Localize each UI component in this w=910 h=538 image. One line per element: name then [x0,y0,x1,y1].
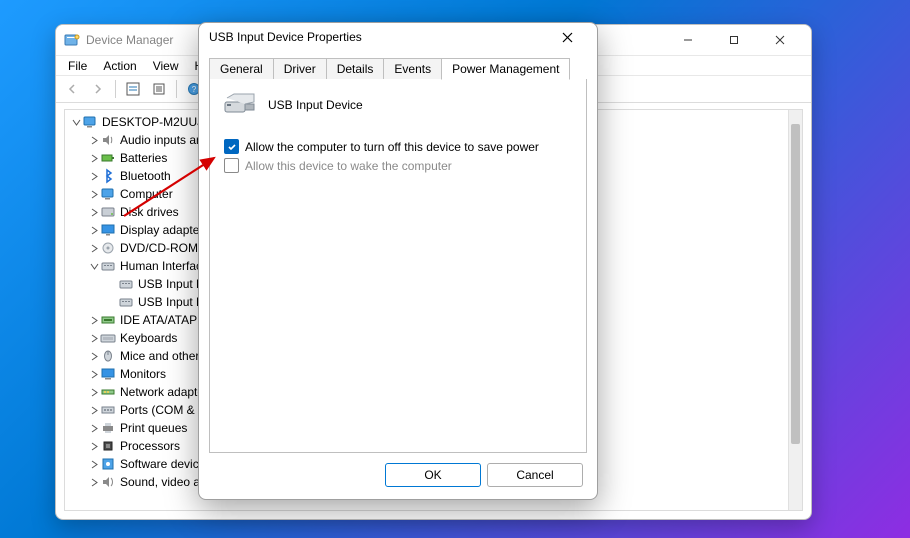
svg-text:?: ? [192,85,197,94]
menu-action[interactable]: Action [95,58,144,74]
tabstrip: General Driver Details Events Power Mana… [209,57,587,80]
tree-scrollbar[interactable] [788,110,802,510]
close-button[interactable] [757,25,803,55]
disk-icon [100,204,116,220]
tab-general[interactable]: General [209,58,274,79]
display-icon [100,222,116,238]
chevron-right-icon[interactable] [88,370,100,379]
hid-icon [118,294,134,310]
tab-driver[interactable]: Driver [273,58,327,79]
port-icon [100,402,116,418]
mouse-icon [100,348,116,364]
chevron-down-icon[interactable] [70,118,82,127]
chevron-right-icon[interactable] [88,154,100,163]
chevron-right-icon[interactable] [88,478,100,487]
keyboard-icon [100,330,116,346]
software-icon [100,456,116,472]
tree-node-label: Batteries [120,151,167,165]
tree-node-label: Monitors [120,367,166,381]
monitor-icon [100,366,116,382]
tab-body: USB Input Device Allow the computer to t… [209,79,587,453]
chevron-right-icon[interactable] [88,316,100,325]
tree-node-label: Print queues [120,421,187,435]
bluetooth-icon [100,168,116,184]
tb-back-icon [60,77,84,101]
chevron-right-icon[interactable] [88,136,100,145]
dlg-titlebar[interactable]: USB Input Device Properties [199,23,597,51]
tree-node-label: Display adapters [120,223,209,237]
checkbox-allow-wake [224,158,239,173]
tb-forward-icon [86,77,110,101]
ide-icon [100,312,116,328]
battery-icon [100,150,116,166]
device-name-label: USB Input Device [268,98,363,112]
usb-device-icon [224,91,258,119]
chevron-right-icon[interactable] [88,244,100,253]
option-allow-wake-label: Allow this device to wake the computer [245,159,452,173]
tree-node-label: Computer [120,187,173,201]
chevron-right-icon[interactable] [88,388,100,397]
menu-file[interactable]: File [60,58,95,74]
tb-show-hidden-icon[interactable] [121,77,145,101]
checkbox-allow-turnoff[interactable] [224,139,239,154]
chevron-right-icon[interactable] [88,226,100,235]
tab-power-management[interactable]: Power Management [441,58,570,80]
device-manager-icon [64,32,80,48]
tab-events[interactable]: Events [383,58,442,79]
print-icon [100,420,116,436]
tree-node-label: Processors [120,439,180,453]
ok-button[interactable]: OK [385,463,481,487]
chevron-right-icon[interactable] [88,208,100,217]
chevron-right-icon[interactable] [88,406,100,415]
tb-properties-icon[interactable] [147,77,171,101]
chevron-right-icon[interactable] [88,334,100,343]
chevron-right-icon[interactable] [88,460,100,469]
network-icon [100,384,116,400]
chevron-right-icon[interactable] [88,424,100,433]
option-allow-wake: Allow this device to wake the computer [224,158,572,173]
dlg-content: General Driver Details Events Power Mana… [209,57,587,453]
computer-icon [100,186,116,202]
tree-node-label: Bluetooth [120,169,171,183]
chevron-right-icon[interactable] [88,442,100,451]
chevron-right-icon[interactable] [88,352,100,361]
dlg-title: USB Input Device Properties [209,30,362,44]
hid-icon [100,258,116,274]
computer-icon [82,114,98,130]
chevron-right-icon[interactable] [88,172,100,181]
sound-icon [100,474,116,490]
dvd-icon [100,240,116,256]
hid-icon [118,276,134,292]
dlg-button-row: OK Cancel [385,463,583,487]
properties-dialog: USB Input Device Properties General Driv… [198,22,598,500]
dlg-close-button[interactable] [547,23,587,51]
chevron-down-icon[interactable] [88,262,100,271]
option-allow-turnoff-label: Allow the computer to turn off this devi… [245,140,539,154]
chevron-right-icon[interactable] [88,190,100,199]
tree-node-label: Keyboards [120,331,177,345]
scroll-thumb[interactable] [791,124,800,444]
dm-title: Device Manager [86,33,173,47]
tab-details[interactable]: Details [326,58,385,79]
cancel-button[interactable]: Cancel [487,463,583,487]
tree-node-label: Disk drives [120,205,179,219]
maximize-button[interactable] [711,25,757,55]
option-allow-turnoff[interactable]: Allow the computer to turn off this devi… [224,139,572,154]
audio-icon [100,132,116,148]
minimize-button[interactable] [665,25,711,55]
menu-view[interactable]: View [145,58,187,74]
cpu-icon [100,438,116,454]
